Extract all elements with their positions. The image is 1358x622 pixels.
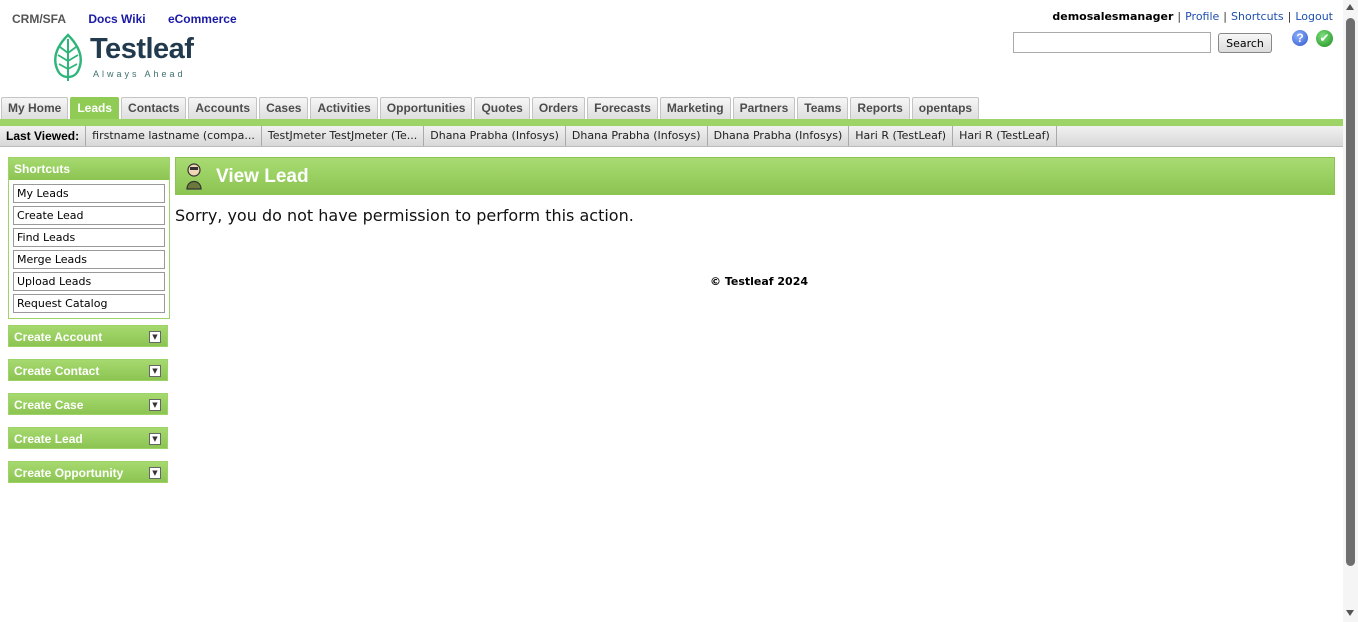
shortcuts-panel: Shortcuts My Leads Create Lead Find Lead… bbox=[8, 157, 170, 319]
app-link-crm-sfa[interactable]: CRM/SFA bbox=[12, 12, 66, 26]
lead-person-icon bbox=[186, 163, 202, 190]
separator: | bbox=[1223, 10, 1228, 23]
shortcut-find-leads[interactable]: Find Leads bbox=[13, 228, 165, 247]
tab-teams[interactable]: Teams bbox=[797, 97, 849, 119]
tab-marketing[interactable]: Marketing bbox=[659, 97, 731, 119]
create-lead-panel[interactable]: Create Lead ▼ bbox=[8, 427, 168, 449]
app-link-docs-wiki[interactable]: Docs Wiki bbox=[88, 12, 145, 26]
testleaf-logo[interactable]: Testleaf Always Ahead bbox=[50, 33, 210, 85]
username: demosalesmanager bbox=[1052, 10, 1174, 23]
tab-forecasts[interactable]: Forecasts bbox=[587, 97, 658, 119]
chevron-down-icon[interactable]: ▼ bbox=[149, 467, 161, 479]
tab-contacts[interactable]: Contacts bbox=[121, 97, 187, 119]
search-input[interactable] bbox=[1013, 32, 1211, 53]
last-viewed-item[interactable]: firstname lastname (compa... bbox=[86, 126, 262, 146]
chevron-down-icon[interactable]: ▼ bbox=[149, 433, 161, 445]
vertical-scrollbar[interactable] bbox=[1343, 0, 1358, 622]
tab-partners[interactable]: Partners bbox=[732, 97, 796, 119]
last-viewed-item[interactable]: TestJmeter TestJmeter (Te... bbox=[262, 126, 425, 146]
last-viewed-item[interactable]: Hari R (TestLeaf) bbox=[953, 126, 1057, 146]
last-viewed-bar: Last Viewed: firstname lastname (compa..… bbox=[0, 126, 1343, 147]
tab-activities[interactable]: Activities bbox=[310, 97, 378, 119]
shortcuts-link[interactable]: Shortcuts bbox=[1231, 10, 1284, 23]
tab-quotes[interactable]: Quotes bbox=[474, 97, 530, 119]
logout-link[interactable]: Logout bbox=[1295, 10, 1333, 23]
leaf-logo-icon bbox=[54, 33, 82, 81]
separator: | bbox=[1287, 10, 1292, 23]
tab-orders[interactable]: Orders bbox=[531, 97, 586, 119]
view-lead-header: View Lead bbox=[175, 157, 1335, 195]
shortcut-create-lead[interactable]: Create Lead bbox=[13, 206, 165, 225]
scrollbar-thumb[interactable] bbox=[1346, 18, 1355, 566]
last-viewed-label: Last Viewed: bbox=[0, 126, 87, 146]
create-opportunity-title: Create Opportunity bbox=[14, 466, 124, 480]
shortcut-merge-leads[interactable]: Merge Leads bbox=[13, 250, 165, 269]
search-button[interactable]: Search bbox=[1218, 33, 1272, 53]
last-viewed-item[interactable]: Dhana Prabha (Infosys) bbox=[566, 126, 708, 146]
logo-tagline: Always Ahead bbox=[93, 69, 186, 79]
logo-name: Testleaf bbox=[90, 33, 194, 65]
create-case-title: Create Case bbox=[14, 398, 84, 412]
shortcut-upload-leads[interactable]: Upload Leads bbox=[13, 272, 165, 291]
permission-error-message: Sorry, you do not have permission to per… bbox=[175, 206, 634, 225]
create-contact-panel[interactable]: Create Contact ▼ bbox=[8, 359, 168, 381]
create-account-title: Create Account bbox=[14, 330, 103, 344]
last-viewed-item[interactable]: Hari R (TestLeaf) bbox=[849, 126, 954, 146]
last-viewed-item[interactable]: Dhana Prabha (Infosys) bbox=[708, 126, 850, 146]
scroll-up-arrow-icon[interactable] bbox=[1346, 4, 1354, 10]
check-icon[interactable]: ✔ bbox=[1316, 30, 1333, 47]
tab-reports[interactable]: Reports bbox=[850, 97, 910, 119]
scroll-down-arrow-icon[interactable] bbox=[1346, 610, 1354, 616]
footer-copyright: © Testleaf 2024 bbox=[710, 275, 809, 288]
chevron-down-icon[interactable]: ▼ bbox=[149, 399, 161, 411]
shortcut-my-leads[interactable]: My Leads bbox=[13, 184, 165, 203]
shortcut-request-catalog[interactable]: Request Catalog bbox=[13, 294, 165, 313]
last-viewed-item[interactable]: Dhana Prabha (Infosys) bbox=[424, 126, 566, 146]
tab-bar-divider bbox=[0, 119, 1343, 126]
page-title: View Lead bbox=[216, 166, 309, 187]
tab-leads[interactable]: Leads bbox=[70, 97, 120, 119]
separator: | bbox=[1177, 10, 1182, 23]
profile-link[interactable]: Profile bbox=[1185, 10, 1219, 23]
app-links: CRM/SFA Docs Wiki eCommerce bbox=[12, 12, 256, 26]
create-account-panel[interactable]: Create Account ▼ bbox=[8, 325, 168, 347]
chevron-down-icon[interactable]: ▼ bbox=[149, 365, 161, 377]
create-lead-title: Create Lead bbox=[14, 432, 83, 446]
create-opportunity-panel[interactable]: Create Opportunity ▼ bbox=[8, 461, 168, 483]
chevron-down-icon[interactable]: ▼ bbox=[149, 331, 161, 343]
tab-cases[interactable]: Cases bbox=[259, 97, 309, 119]
tab-my-home[interactable]: My Home bbox=[1, 97, 69, 119]
main-tabs: My Home Leads Contacts Accounts Cases Ac… bbox=[1, 97, 981, 119]
shortcuts-title: Shortcuts bbox=[9, 158, 169, 180]
shortcuts-list: My Leads Create Lead Find Leads Merge Le… bbox=[9, 180, 169, 318]
app-link-ecommerce[interactable]: eCommerce bbox=[168, 12, 237, 26]
create-case-panel[interactable]: Create Case ▼ bbox=[8, 393, 168, 415]
help-icon[interactable]: ? bbox=[1292, 30, 1308, 46]
create-contact-title: Create Contact bbox=[14, 364, 100, 378]
tab-accounts[interactable]: Accounts bbox=[188, 97, 258, 119]
tab-opentaps[interactable]: opentaps bbox=[911, 97, 980, 119]
user-menu: demosalesmanager | Profile | Shortcuts | Logou… bbox=[1052, 10, 1333, 23]
tab-opportunities[interactable]: Opportunities bbox=[379, 97, 473, 119]
